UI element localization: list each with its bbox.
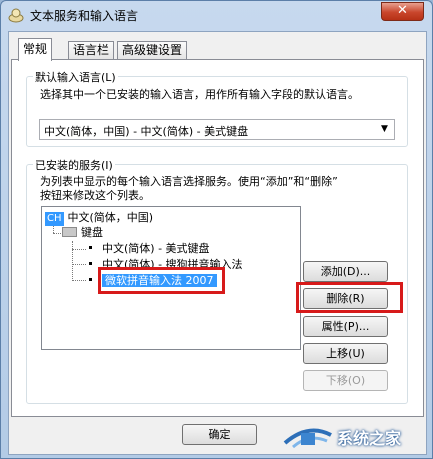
tree-group-label: 键盘 [81,226,103,239]
bullet-icon [89,246,92,249]
tree-node-keyboard[interactable]: 键盘 [62,225,103,241]
keyboard-icon [62,227,77,237]
window-title: 文本服务和输入语言 [30,9,139,23]
default-language-dropdown[interactable]: 中文(简体，中国) - 中文(简体) - 美式键盘 ▼ [39,119,395,140]
tree-language-label: 中文(简体，中国) [67,211,154,224]
add-button[interactable]: 添加(D)... [303,261,388,282]
installed-services-description-line2: 按钮来修改这个列表。 [40,189,150,202]
tree-connector [53,233,61,234]
bullet-icon [89,278,92,281]
watermark-text: 系统之家 [337,429,402,448]
ok-button[interactable]: 确定 [182,424,257,445]
close-button[interactable]: ✕ [381,2,424,21]
tree-connector [72,264,86,265]
dialog-window: 文本服务和输入语言 ✕ 常规 语言栏 高级键设置 默认输入语言(L) 选择其中一… [0,0,433,459]
site-logo-icon [283,428,332,449]
tree-connector [53,226,54,233]
tab-advanced-key-settings[interactable]: 高级键设置 [117,41,188,60]
highlight-remove-button [296,282,403,313]
move-down-button[interactable]: 下移(O) [303,370,388,391]
default-language-selected: 中文(简体，中国) - 中文(简体) - 美式键盘 [44,125,249,138]
watermark: 系统之家 [277,415,433,455]
title-bar[interactable]: 文本服务和输入语言 ✕ [1,1,432,29]
tree-node-language[interactable]: CH 中文(简体，中国) [45,210,153,226]
default-language-legend: 默认输入语言(L) [33,69,118,85]
tree-connector [72,241,73,281]
language-badge: CH [45,212,64,226]
installed-services-legend: 已安装的服务(I) [33,157,115,173]
default-language-description: 选择其中一个已安装的输入语言，用作所有输入字段的默认语言。 [40,88,359,101]
tree-connector [72,249,86,250]
properties-button[interactable]: 属性(P)... [303,316,388,337]
tab-general[interactable]: 常规 [18,38,53,61]
chevron-down-icon[interactable]: ▼ [376,121,393,138]
tree-item-label: 中文(简体) - 美式键盘 [102,242,210,255]
highlight-selected-item [98,267,225,294]
keyboard-globe-icon [8,8,24,23]
tree-item-us-keyboard[interactable]: 中文(简体) - 美式键盘 [89,241,210,257]
tab-language-bar[interactable]: 语言栏 [68,41,115,60]
move-up-button[interactable]: 上移(U) [303,343,388,364]
tree-connector [72,280,86,281]
bullet-icon [89,262,92,265]
